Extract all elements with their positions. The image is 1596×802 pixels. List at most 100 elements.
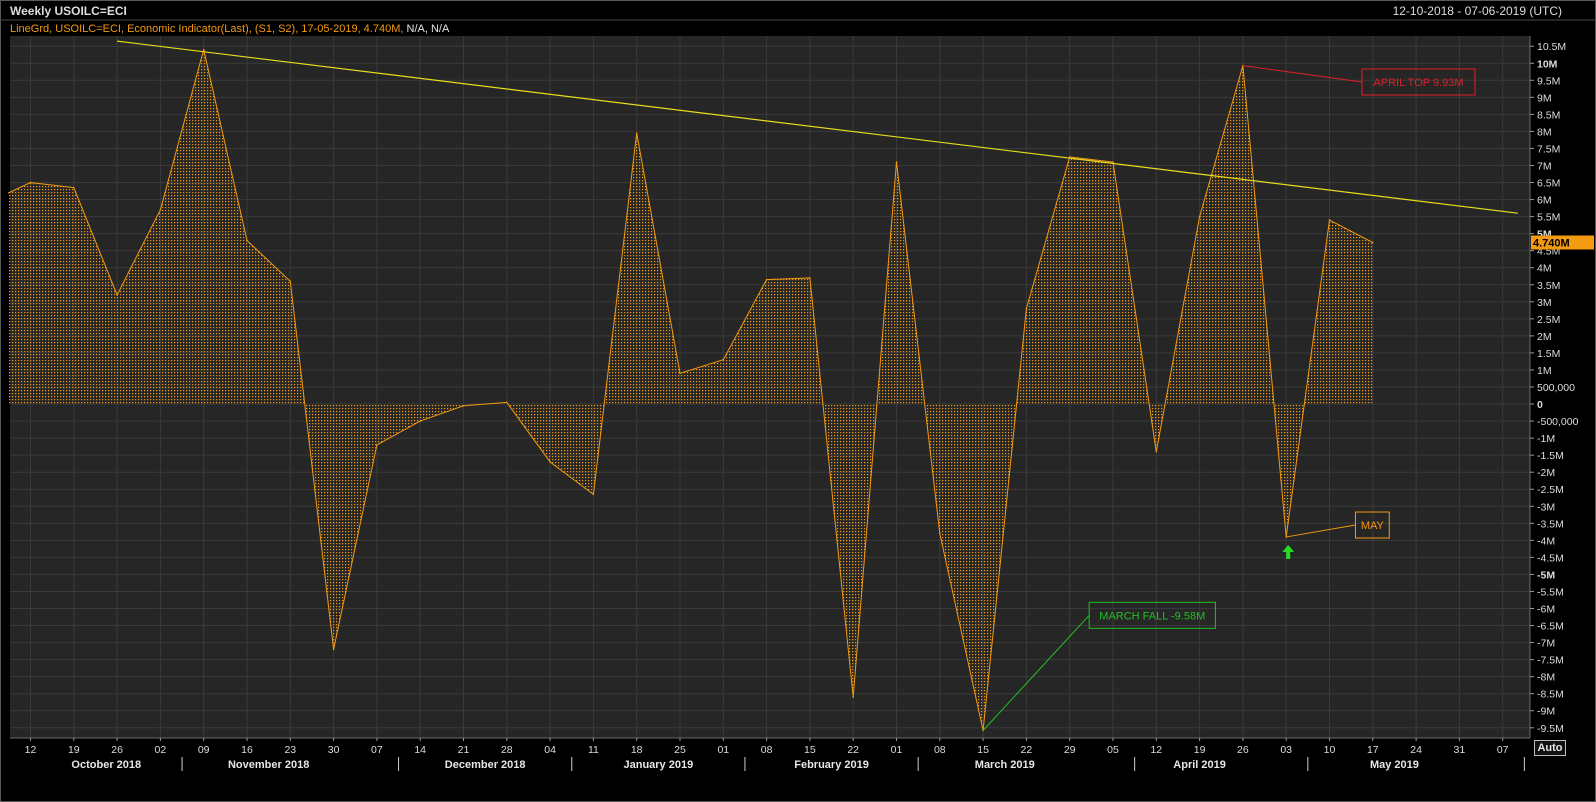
y-tick-label: 1.5M [1537, 348, 1560, 360]
x-tick-label: 26 [111, 744, 123, 756]
legend-series-text: LineGrd, USOILC=ECI, Economic Indicator(… [10, 23, 404, 35]
data-point [1372, 241, 1374, 244]
y-tick-label: 1M [1537, 365, 1552, 377]
month-label: May 2019 [1370, 759, 1419, 771]
x-tick-label: 31 [1454, 744, 1466, 756]
month-label: October 2018 [71, 759, 141, 771]
month-label: March 2019 [975, 759, 1035, 771]
x-tick-label: 12 [25, 744, 37, 756]
data-point [202, 48, 205, 51]
data-point [549, 461, 551, 463]
x-tick-label: 22 [847, 744, 859, 756]
y-tick-label: 2M [1537, 331, 1552, 343]
x-tick-label: 11 [588, 744, 599, 756]
y-tick-label: -1.5M [1537, 450, 1564, 462]
data-point [29, 181, 32, 184]
data-point [332, 648, 335, 651]
y-tick-label: 10M [1537, 58, 1558, 70]
auto-scale-button[interactable]: Auto [1534, 740, 1566, 756]
y-tick-label: 6.5M [1537, 178, 1560, 190]
y-tick-label: -4M [1537, 535, 1555, 547]
x-tick-label: 03 [1280, 744, 1292, 756]
x-tick-label: 28 [501, 744, 513, 756]
y-tick-label: 5.5M [1537, 212, 1560, 224]
data-point [289, 280, 292, 283]
y-tick-label: -7.5M [1537, 655, 1564, 667]
x-tick-label: 10 [1324, 744, 1336, 756]
annotation-label: APRIL TOP 9.93M [1373, 77, 1463, 89]
data-point [852, 696, 854, 698]
data-point [1198, 215, 1201, 218]
y-tick-label: 6M [1537, 195, 1552, 207]
y-tick-label: 9.5M [1537, 75, 1560, 87]
x-tick-label: 07 [1497, 744, 1509, 756]
data-point [506, 401, 508, 404]
data-point [376, 444, 378, 446]
data-point [73, 186, 75, 189]
chart-window: APRIL TOP 9.93M MARCH FALL -9.58M MAY 10.5… [0, 0, 1596, 802]
data-point [895, 161, 898, 163]
x-tick-label: 01 [891, 744, 903, 756]
month-label: January 2019 [623, 759, 693, 771]
x-tick-label: 16 [241, 744, 253, 756]
month-label: November 2018 [228, 759, 309, 771]
y-tick-label: 4M [1537, 263, 1552, 275]
data-point [116, 294, 118, 296]
x-tick-label: 26 [1237, 744, 1249, 756]
data-point [1025, 307, 1028, 310]
y-tick-label: 8M [1537, 126, 1552, 138]
data-point [1328, 219, 1331, 221]
x-tick-label: 15 [804, 744, 816, 756]
x-tick-label: 12 [1150, 744, 1162, 756]
y-tick-label: -500,000 [1537, 416, 1579, 428]
data-point [679, 372, 681, 375]
x-tick-label: 08 [934, 744, 946, 756]
y-tick-label: -3M [1537, 501, 1555, 513]
chart-canvas: APRIL TOP 9.93M MARCH FALL -9.58M MAY 10.5… [0, 0, 1596, 802]
y-tick-label: 2.5M [1537, 314, 1560, 326]
data-point [462, 404, 465, 407]
data-point [159, 208, 162, 211]
annotation-label: MAY [1361, 520, 1385, 532]
month-label: February 2019 [794, 759, 869, 771]
data-point [1155, 450, 1158, 453]
y-tick-label: 8.5M [1537, 109, 1560, 121]
y-tick-label: -8.5M [1537, 689, 1564, 701]
x-tick-label: 24 [1410, 744, 1422, 756]
x-tick-label: 30 [328, 744, 340, 756]
data-point [8, 191, 10, 194]
x-tick-label: 17 [1367, 744, 1379, 756]
y-tick-label: 3.5M [1537, 280, 1560, 292]
x-tick-label: 23 [284, 744, 296, 756]
x-tick-label: 08 [761, 744, 773, 756]
data-point [635, 132, 638, 134]
y-tick-label: -2.5M [1537, 484, 1564, 496]
y-tick-label: -2M [1537, 467, 1555, 479]
y-tick-label: -5M [1537, 569, 1555, 581]
y-tick-label: 10.5M [1537, 41, 1566, 53]
x-tick-label: 05 [1107, 744, 1119, 756]
y-tick-label: 7M [1537, 160, 1552, 172]
annotation-label: MARCH FALL -9.58M [1099, 610, 1205, 622]
x-tick-label: 14 [414, 744, 426, 756]
date-range: 12-10-2018 - 07-06-2019 (UTC) [1392, 4, 1562, 18]
x-tick-label: 04 [544, 744, 556, 756]
y-tick-label: -9.5M [1537, 723, 1564, 735]
y-tick-label: -4.5M [1537, 552, 1564, 564]
y-tick-label: 0 [1537, 399, 1543, 411]
y-tick-label: -6M [1537, 604, 1555, 616]
y-tick-label: -5.5M [1537, 586, 1564, 598]
y-tick-label: 500,000 [1537, 382, 1575, 394]
series-legend[interactable]: LineGrd, USOILC=ECI, Economic Indicator(… [10, 23, 449, 35]
y-tick-label: -1M [1537, 433, 1555, 445]
data-point [939, 532, 941, 535]
x-tick-label: 25 [674, 744, 686, 756]
month-label: April 2019 [1173, 759, 1226, 771]
data-point [809, 277, 811, 279]
y-tick-label: 9M [1537, 92, 1552, 104]
x-tick-label: 07 [371, 744, 383, 756]
data-point [765, 278, 768, 281]
x-tick-label: 19 [68, 744, 80, 756]
y-tick-label: -7M [1537, 638, 1555, 650]
x-tick-label: 29 [1064, 744, 1076, 756]
